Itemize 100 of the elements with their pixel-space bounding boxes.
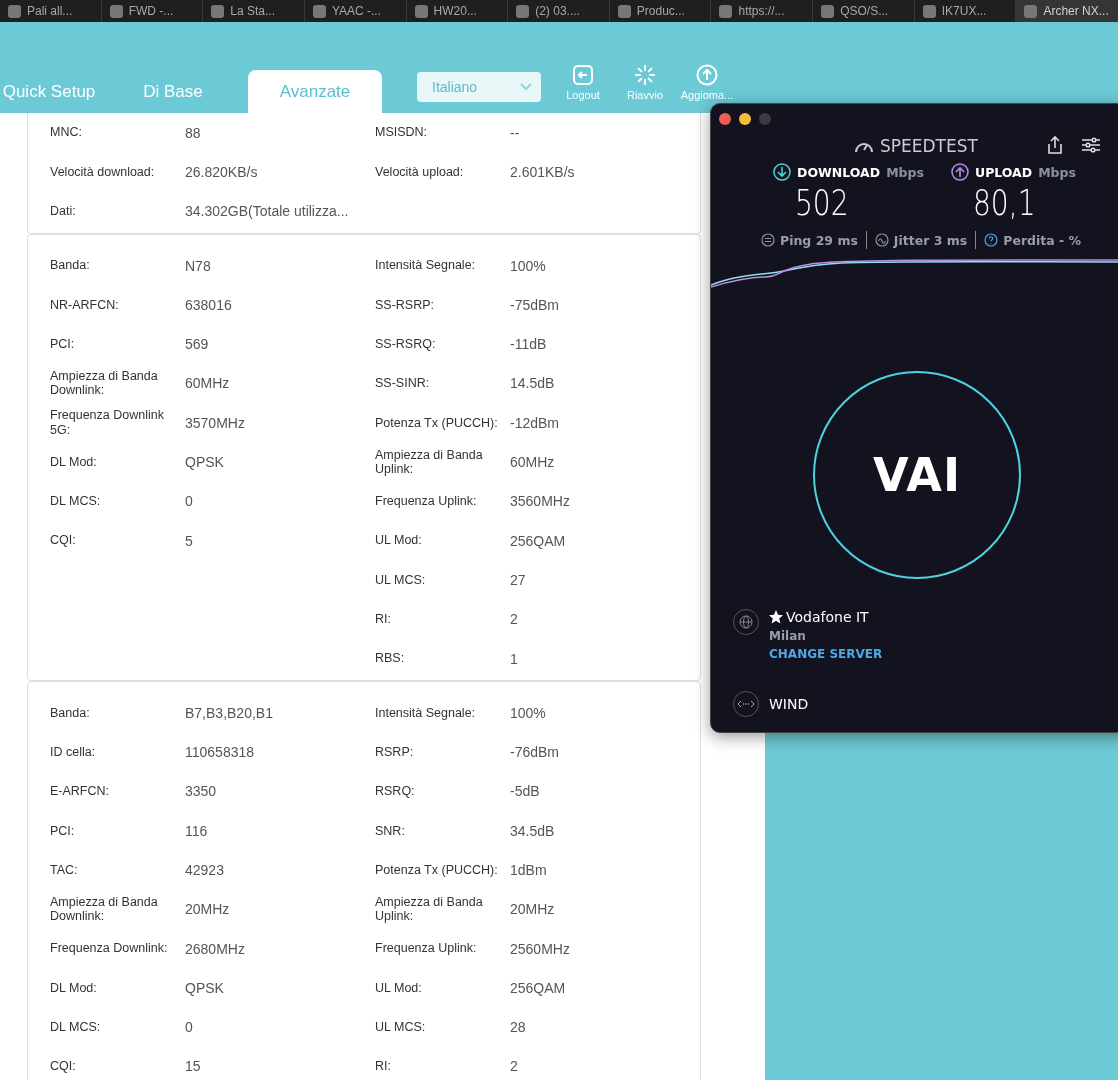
stat-text: Jitter 3 ms bbox=[893, 232, 968, 248]
field-label: Intensità Segnale: bbox=[375, 705, 477, 720]
field-value: 34.302GB(Totale utilizza... bbox=[185, 203, 349, 220]
field-value: 5 bbox=[185, 532, 193, 549]
field-value: QPSK bbox=[185, 979, 224, 996]
metric-label: DOWNLOAD bbox=[797, 164, 881, 180]
field-label: MSISDN: bbox=[375, 125, 429, 140]
share-icon[interactable] bbox=[1047, 135, 1063, 155]
metric-label: UPLOAD bbox=[975, 164, 1033, 180]
field-label: DL MCS: bbox=[50, 1020, 102, 1035]
field-label: Banda: bbox=[50, 705, 91, 720]
field-label: SNR: bbox=[375, 823, 406, 838]
unit-label: Mbps bbox=[886, 164, 924, 180]
field-value: 42923 bbox=[185, 862, 224, 878]
field-value: 100% bbox=[510, 257, 546, 274]
window-control-icon[interactable] bbox=[719, 113, 731, 125]
field-label: Frequenza Uplink: bbox=[375, 494, 478, 509]
field-label: PCI: bbox=[50, 823, 76, 838]
field-label: CQI: bbox=[50, 533, 77, 548]
settings-icon[interactable] bbox=[1082, 137, 1100, 153]
favicon-icon bbox=[922, 4, 936, 18]
field-value: 60MHz bbox=[185, 375, 230, 392]
field-label: Ampiezza di Banda Downlink: bbox=[50, 369, 159, 398]
window-control-icon[interactable] bbox=[739, 113, 751, 125]
field-value: QPSK bbox=[185, 454, 224, 470]
field-value: 100% bbox=[510, 704, 546, 721]
field-value: 256QAM bbox=[510, 979, 566, 996]
field-label: ID cella: bbox=[50, 744, 97, 760]
field-label: DL Mod: bbox=[50, 454, 98, 470]
field-label: Velocità download: bbox=[50, 164, 156, 180]
field-value: 20MHz bbox=[510, 901, 555, 918]
field-label: Ampiezza di Banda Downlink: bbox=[50, 894, 159, 924]
field-label: Velocità upload: bbox=[375, 164, 465, 180]
field-label: MNC: bbox=[50, 125, 83, 140]
field-value: 569 bbox=[185, 336, 209, 353]
speed-value: 80,1 bbox=[973, 181, 1037, 225]
field-label: RBS: bbox=[375, 651, 406, 666]
unit-label: Mbps bbox=[1038, 164, 1076, 180]
change-server-link[interactable]: CHANGE SERVER bbox=[769, 647, 883, 661]
field-label: UL MCS: bbox=[375, 1020, 427, 1035]
speedtest-logo: SPEEDTEST bbox=[854, 136, 978, 156]
field-value: 26.820KB/s bbox=[185, 163, 258, 180]
field-label: Ampiezza di Banda Uplink: bbox=[375, 894, 484, 924]
field-value: 2 bbox=[510, 1058, 518, 1075]
field-value: -- bbox=[510, 124, 520, 141]
favicon-icon bbox=[1024, 4, 1038, 18]
field-value: -76dBm bbox=[510, 744, 560, 761]
favicon-icon bbox=[211, 4, 225, 18]
field-label: UL Mod: bbox=[375, 533, 423, 548]
field-label: Intensità Segnale: bbox=[375, 258, 477, 273]
browser-tab[interactable]: Archer NX... bbox=[1016, 0, 1118, 22]
field-label: PCI: bbox=[50, 336, 76, 352]
field-label: RI: bbox=[375, 612, 392, 627]
field-value: N78 bbox=[185, 257, 211, 274]
field-value: 2.601KB/s bbox=[510, 163, 575, 180]
chevron-down-icon bbox=[520, 83, 532, 91]
go-button[interactable]: VAI bbox=[813, 371, 1021, 579]
field-label: Frequenza Downlink: bbox=[50, 941, 169, 956]
field-value: 116 bbox=[185, 822, 208, 839]
field-label: Potenza Tx (PUCCH): bbox=[375, 862, 499, 878]
field-value: 20MHz bbox=[185, 901, 230, 918]
field-value: 27 bbox=[510, 571, 526, 588]
favicon-icon bbox=[109, 4, 123, 18]
field-label: DL Mod: bbox=[50, 980, 98, 996]
field-value: 60MHz bbox=[510, 454, 555, 470]
field-value: 256QAM bbox=[510, 532, 566, 549]
favicon-icon bbox=[821, 4, 835, 18]
field-value: -12dBm bbox=[510, 414, 560, 431]
field-label: Dati: bbox=[50, 204, 77, 219]
star-icon bbox=[769, 610, 783, 624]
favicon-icon bbox=[516, 4, 530, 18]
download-icon bbox=[773, 163, 791, 181]
field-label: SS-SINR: bbox=[375, 376, 431, 391]
field-value: 2560MHz bbox=[510, 940, 570, 957]
spinner-icon bbox=[634, 64, 656, 86]
field-label: UL Mod: bbox=[375, 980, 423, 996]
stat-text: Perdita - % bbox=[1003, 232, 1082, 248]
field-label: RSRP: bbox=[375, 744, 415, 760]
field-label: SS-RSRP: bbox=[375, 297, 436, 312]
logout-icon bbox=[572, 64, 594, 86]
field-value: 3570MHz bbox=[185, 414, 245, 431]
field-value: 34.5dB bbox=[510, 822, 555, 839]
field-value: -5dB bbox=[510, 783, 540, 800]
favicon-icon bbox=[8, 4, 21, 18]
field-label: Potenza Tx (PUCCH): bbox=[375, 415, 499, 430]
favicon-icon bbox=[414, 4, 428, 18]
field-value: 2 bbox=[510, 611, 518, 628]
field-label: DL MCS: bbox=[50, 494, 102, 509]
field-value: 1 bbox=[510, 650, 518, 667]
field-label: Ampiezza di Banda Uplink: bbox=[375, 447, 484, 477]
field-value: 28 bbox=[510, 1019, 526, 1036]
favicon-icon bbox=[617, 4, 631, 18]
field-label: SS-RSRQ: bbox=[375, 336, 437, 352]
field-label: Frequenza Downlink 5G: bbox=[50, 408, 165, 438]
field-label: TAC: bbox=[50, 862, 79, 878]
server-name: Vodafone IT bbox=[786, 609, 869, 625]
field-label: NR-ARFCN: bbox=[50, 297, 120, 312]
field-value: -75dBm bbox=[510, 296, 560, 313]
field-label: E-ARFCN: bbox=[50, 784, 111, 799]
field-label: Banda: bbox=[50, 258, 91, 273]
